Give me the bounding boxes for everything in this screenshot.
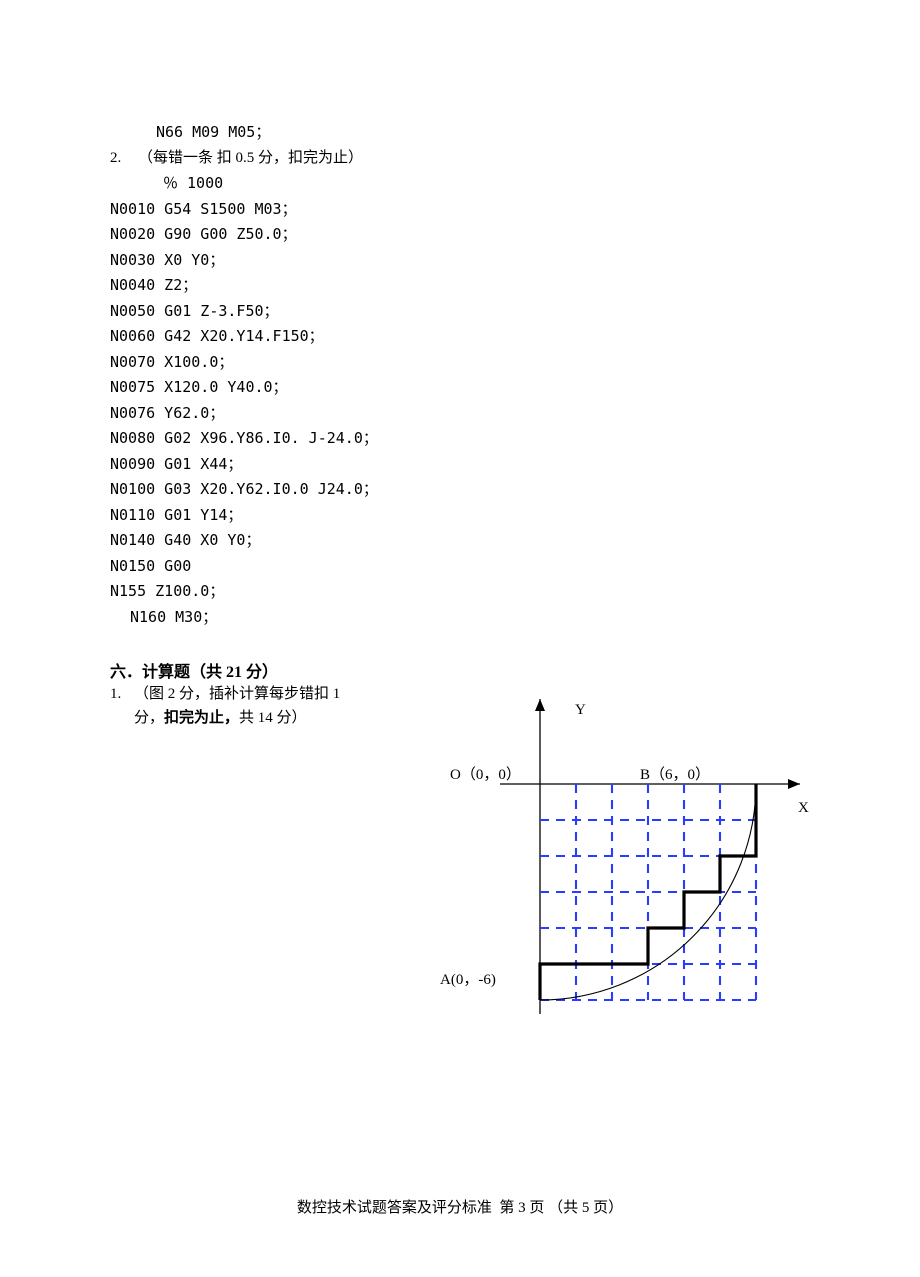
q6-line2-pre: 分，	[134, 710, 164, 726]
section-6-heading: 六．计算题（共 21 分）	[110, 658, 820, 682]
code-line: N0040 Z2；	[110, 273, 820, 299]
footer-page-current: 3	[518, 1200, 526, 1216]
code-line: N0070 X100.0；	[110, 350, 820, 376]
code-line: N0075 X120.0 Y40.0；	[110, 375, 820, 401]
page: N66 M09 M05； 2.（每错一条 扣 0.5 分，扣完为止） ％ 100…	[0, 0, 920, 1277]
label-O: O（0，0）	[450, 766, 521, 783]
page-footer: 数控技术试题答案及评分标准 第 3 页 （共 5 页）	[0, 1196, 920, 1217]
chart-svg: Y X O（0，0） B（6，0） A(0，-6)	[420, 684, 820, 1024]
q2-percent-line: ％ 1000	[110, 171, 820, 197]
q6-number: 1.	[110, 682, 134, 706]
x-axis-arrow-icon	[788, 779, 800, 789]
code-line: N0050 G01 Z-3.F50；	[110, 299, 820, 325]
code-line: N0140 G40 X0 Y0；	[110, 528, 820, 554]
code-line: N0076 Y62.0；	[110, 401, 820, 427]
code-line: N0030 X0 Y0；	[110, 248, 820, 274]
footer-page-pre: 第	[499, 1200, 518, 1216]
code-line: N0060 G42 X20.Y14.F150；	[110, 324, 820, 350]
code-line: N0150 G00	[110, 554, 820, 580]
code-line: N0110 G01 Y14；	[110, 503, 820, 529]
q6-line1: （图 2 分，插补计算每步错扣 1	[134, 682, 410, 706]
x-axis-label: X	[798, 800, 809, 816]
code-line: N0020 G90 G00 Z50.0；	[110, 222, 820, 248]
code-line: N0080 G02 X96.Y86.I0. J-24.0；	[110, 426, 820, 452]
footer-page-mid: 页 （共	[526, 1200, 582, 1216]
y-axis-label: Y	[575, 702, 586, 718]
code-line: N155 Z100.0；	[110, 579, 820, 605]
label-B: B（6，0）	[640, 766, 710, 783]
code-line-last: N160 M30；	[110, 605, 820, 631]
q2-number: 2.	[110, 146, 138, 172]
q6-text: 1. （图 2 分，插补计算每步错扣 1 分，扣完为止，共 14 分）	[110, 682, 410, 730]
q6-line2-bold: 扣完为止，	[164, 710, 239, 726]
grid	[540, 784, 756, 1000]
y-axis-arrow-icon	[535, 699, 545, 711]
interpolation-chart: Y X O（0，0） B（6，0） A(0，-6)	[420, 684, 820, 1024]
q6-wrap: 1. （图 2 分，插补计算每步错扣 1 分，扣完为止，共 14 分）	[110, 682, 820, 1024]
q6-line2-post: 共 14 分）	[239, 710, 307, 726]
footer-title: 数控技术试题答案及评分标准	[297, 1200, 492, 1216]
label-A: A(0，-6)	[440, 972, 496, 988]
q2-header: 2.（每错一条 扣 0.5 分，扣完为止）	[110, 146, 820, 172]
q6-line2: 分，扣完为止，共 14 分）	[134, 706, 410, 730]
code-line: N0100 G03 X20.Y62.I0.0 J24.0；	[110, 477, 820, 503]
footer-page-post: 页）	[589, 1200, 623, 1216]
code-line: N0090 G01 X44；	[110, 452, 820, 478]
code-line: N0010 G54 S1500 M03；	[110, 197, 820, 223]
q2-note: （每错一条 扣 0.5 分，扣完为止）	[138, 150, 363, 166]
code-line-top: N66 M09 M05；	[110, 120, 820, 146]
